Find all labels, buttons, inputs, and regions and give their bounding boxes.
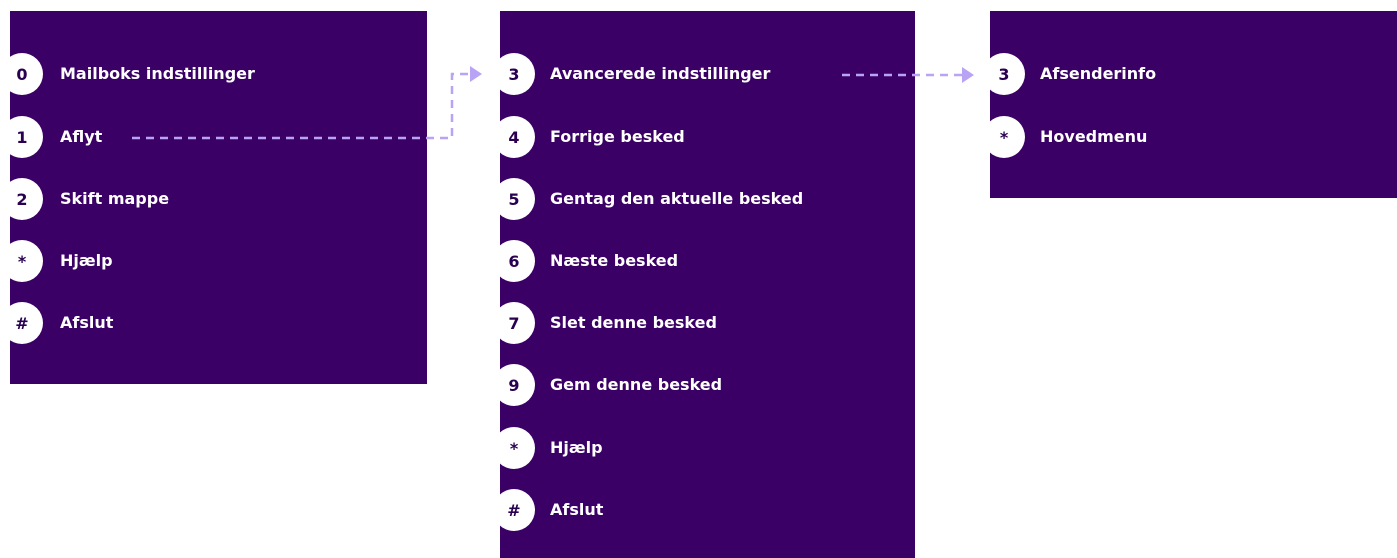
- play-label-repeat-message: Gentag den aktuelle besked: [550, 189, 804, 208]
- play-label-delete-message: Slet denne besked: [550, 313, 717, 332]
- main-label-mailbox-settings: Mailboks indstillinger: [60, 64, 255, 83]
- arrow-head-adv-menu: [962, 67, 974, 83]
- play-label-advanced-settings: Avancerede indstillinger: [550, 64, 771, 83]
- main-key-1: 1: [1, 116, 43, 158]
- play-label-save-message: Gem denne besked: [550, 375, 723, 394]
- play-key-5: 5: [493, 178, 535, 220]
- main-key-star: *: [1, 240, 43, 282]
- main-label-listen: Aflyt: [60, 127, 103, 146]
- play-label-exit: Afslut: [550, 500, 604, 519]
- play-key-6: 6: [493, 240, 535, 282]
- arrow-head-playback: [470, 66, 482, 82]
- play-label-help: Hjælp: [550, 438, 603, 457]
- main-label-change-folder: Skift mappe: [60, 189, 170, 208]
- playback-menu-panel: [500, 11, 915, 558]
- play-key-hash: #: [493, 489, 535, 531]
- play-key-7: 7: [493, 302, 535, 344]
- main-label-exit: Afslut: [60, 313, 114, 332]
- adv-label-sender-info: Afsenderinfo: [1040, 64, 1157, 83]
- play-key-4: 4: [493, 116, 535, 158]
- main-key-2: 2: [1, 178, 43, 220]
- adv-key-3: 3: [983, 53, 1025, 95]
- advanced-menu-panel: [990, 11, 1397, 198]
- main-label-help: Hjælp: [60, 251, 113, 270]
- adv-label-main-menu: Hovedmenu: [1040, 127, 1148, 146]
- play-key-3: 3: [493, 53, 535, 95]
- main-key-0: 0: [1, 53, 43, 95]
- adv-key-star: *: [983, 116, 1025, 158]
- play-label-next-message: Næste besked: [550, 251, 679, 270]
- main-key-hash: #: [1, 302, 43, 344]
- play-label-previous-message: Forrige besked: [550, 127, 685, 146]
- play-key-9: 9: [493, 364, 535, 406]
- play-key-star: *: [493, 427, 535, 469]
